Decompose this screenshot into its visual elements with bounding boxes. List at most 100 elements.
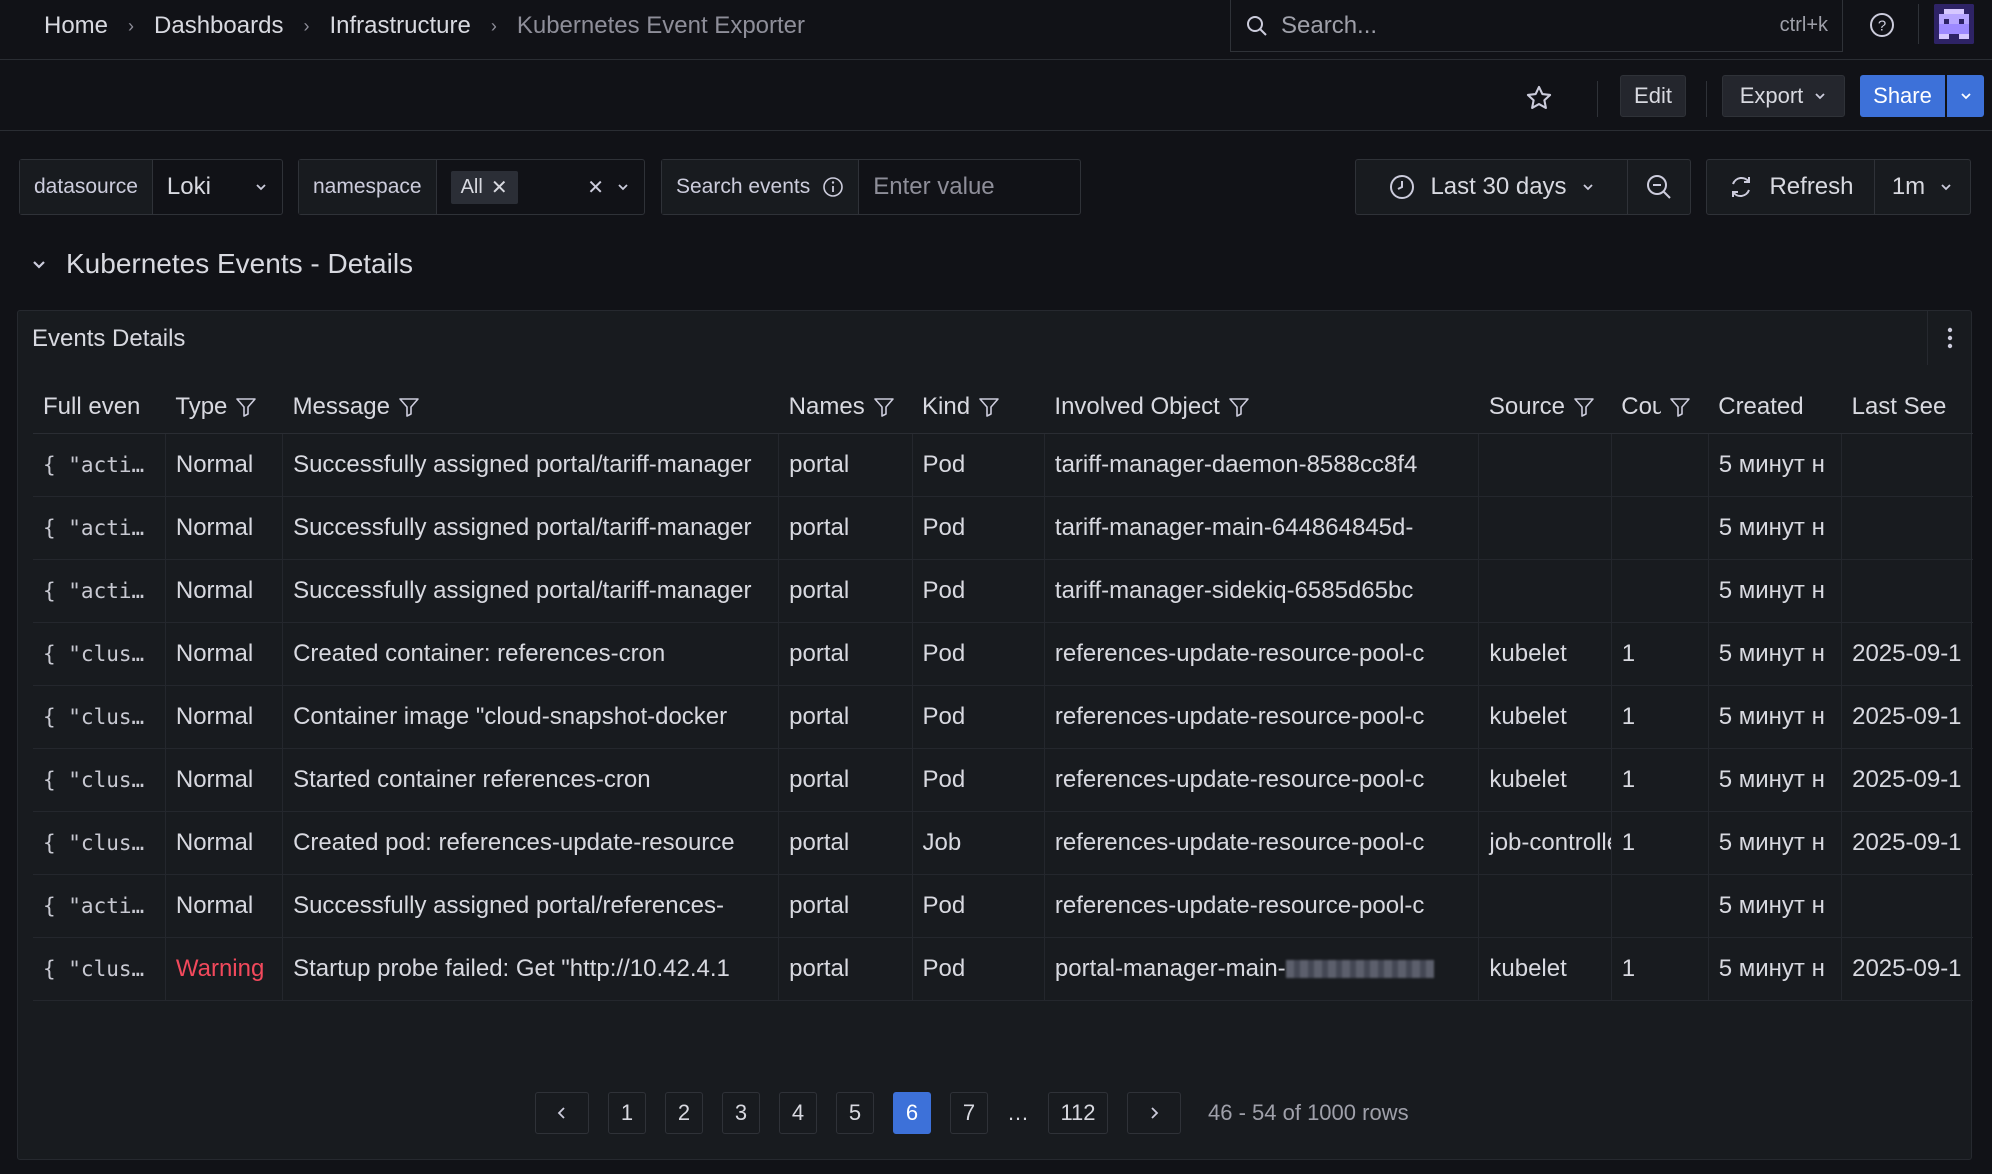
page-button-current[interactable]: 6 xyxy=(893,1092,931,1134)
search-events-input[interactable] xyxy=(859,160,1060,214)
cell-created: 5 минут н xyxy=(1708,874,1843,938)
breadcrumb-home[interactable]: Home xyxy=(44,12,108,40)
namespace-select[interactable]: All ✕ ✕ xyxy=(437,160,644,214)
table-row[interactable]: { "cluster" Normal Container image "clou… xyxy=(33,685,1973,749)
datasource-select[interactable]: Loki xyxy=(153,160,282,214)
remove-chip-icon[interactable]: ✕ xyxy=(491,175,508,200)
help-button[interactable]: ? xyxy=(1865,8,1899,42)
refresh-interval-select[interactable]: 1m xyxy=(1875,160,1970,214)
avatar[interactable] xyxy=(1934,4,1974,44)
chevron-down-icon xyxy=(1960,93,1971,100)
page-button[interactable]: 5 xyxy=(836,1092,874,1134)
cell-namespace: portal xyxy=(778,496,913,560)
top-bar: Home › Dashboards › Infrastructure › Kub… xyxy=(0,0,1992,60)
cell-created: 5 минут н xyxy=(1708,622,1843,686)
page-button[interactable]: 4 xyxy=(779,1092,817,1134)
page-button[interactable]: 1 xyxy=(608,1092,646,1134)
column-header-created[interactable]: Created xyxy=(1708,381,1842,434)
table-row[interactable]: { "action" Normal Successfully assigned … xyxy=(33,496,1973,560)
table-row[interactable]: { "cluster" Normal Created container: re… xyxy=(33,622,1973,686)
column-header-namespace[interactable]: Names xyxy=(778,381,913,434)
next-page-button[interactable] xyxy=(1127,1092,1181,1134)
column-label: Names xyxy=(788,392,865,420)
page-button[interactable]: 112 xyxy=(1048,1092,1108,1134)
column-header-type[interactable]: Type xyxy=(165,381,283,434)
time-range-picker[interactable]: Last 30 days xyxy=(1356,160,1628,214)
filter-icon[interactable] xyxy=(398,396,420,418)
star-button[interactable] xyxy=(1520,79,1558,117)
refresh-button[interactable]: Refresh xyxy=(1707,160,1875,214)
panel-menu-button[interactable] xyxy=(1927,311,1971,365)
cell-message: Created container: references-cron xyxy=(282,622,780,686)
column-header-full-event[interactable]: Full even xyxy=(33,381,166,434)
cell-full-event[interactable]: { "cluster" xyxy=(33,811,166,875)
cell-message: Successfully assigned portal/tariff-mana… xyxy=(282,496,780,560)
edit-button[interactable]: Edit xyxy=(1620,75,1686,117)
table-row[interactable]: { "action" Normal Successfully assigned … xyxy=(33,433,1973,497)
cell-message: Started container references-cron xyxy=(282,748,780,812)
share-dropdown-button[interactable] xyxy=(1947,75,1984,117)
table-row[interactable]: { "cluster" Warning Startup probe failed… xyxy=(33,937,1973,1001)
cell-full-event[interactable]: { "cluster" xyxy=(33,685,166,749)
page-button[interactable]: 7 xyxy=(950,1092,988,1134)
page-button[interactable]: 2 xyxy=(665,1092,703,1134)
cell-last-seen: 2025-09-1 xyxy=(1841,685,1973,749)
variable-label: namespace xyxy=(299,160,437,214)
chevron-right-icon: › xyxy=(128,15,135,36)
cell-source: job-controller xyxy=(1478,811,1612,875)
cell-full-event[interactable]: { "cluster" xyxy=(33,937,166,1001)
cell-full-event[interactable]: { "action" xyxy=(33,496,166,560)
row-count: 46 - 54 of 1000 rows xyxy=(1208,1100,1409,1125)
cell-involved-object: tariff-manager-sidekiq-6585d65bc xyxy=(1044,559,1480,623)
global-search[interactable]: ctrl+k xyxy=(1230,0,1843,52)
cell-involved-object: references-update-resource-pool-c xyxy=(1044,748,1480,812)
filter-icon[interactable] xyxy=(1669,396,1691,418)
info-icon[interactable] xyxy=(822,176,844,198)
filter-icon[interactable] xyxy=(978,396,1000,418)
table-row[interactable]: { "cluster" Normal Started container ref… xyxy=(33,748,1973,812)
dashboard-toolbar: Edit Export Share xyxy=(0,61,1992,131)
row-header[interactable]: Kubernetes Events - Details xyxy=(30,248,413,280)
cell-namespace: portal xyxy=(778,937,913,1001)
cell-created: 5 минут н xyxy=(1708,748,1843,812)
cell-created: 5 минут н xyxy=(1708,685,1843,749)
column-header-last-seen[interactable]: Last See xyxy=(1841,381,1973,434)
cell-full-event[interactable]: { "action" xyxy=(33,874,166,938)
column-header-count[interactable]: Cou xyxy=(1611,381,1709,434)
column-header-involved-object[interactable]: Involved Object xyxy=(1044,381,1479,434)
cell-type: Normal xyxy=(165,622,284,686)
time-range-label: Last 30 days xyxy=(1430,173,1567,200)
breadcrumb-dashboards[interactable]: Dashboards xyxy=(154,12,283,40)
page-button[interactable]: 3 xyxy=(722,1092,760,1134)
clear-icon[interactable]: ✕ xyxy=(587,175,604,200)
table-row[interactable]: { "cluster" Normal Created pod: referenc… xyxy=(33,811,1973,875)
cell-last-seen: 2025-09-1 xyxy=(1841,748,1973,812)
cell-message: Successfully assigned portal/tariff-mana… xyxy=(282,559,780,623)
zoom-out-button[interactable] xyxy=(1628,160,1690,214)
filter-icon[interactable] xyxy=(873,396,895,418)
pagination: 1 2 3 4 5 6 7 … 112 46 - 54 of 1000 rows xyxy=(535,1092,1409,1134)
breadcrumb-infrastructure[interactable]: Infrastructure xyxy=(329,12,470,40)
datasource-value: Loki xyxy=(166,173,211,200)
column-header-source[interactable]: Source xyxy=(1478,381,1612,434)
cell-full-event[interactable]: { "action" xyxy=(33,559,166,623)
column-header-message[interactable]: Message xyxy=(282,381,779,434)
cell-full-event[interactable]: { "cluster" xyxy=(33,748,166,812)
cell-created: 5 минут н xyxy=(1708,559,1843,623)
table-row[interactable]: { "action" Normal Successfully assigned … xyxy=(33,559,1973,623)
table-row[interactable]: { "action" Normal Successfully assigned … xyxy=(33,874,1973,938)
cell-full-event[interactable]: { "cluster" xyxy=(33,622,166,686)
share-button[interactable]: Share xyxy=(1860,75,1945,117)
cell-created: 5 минут н xyxy=(1708,811,1843,875)
filter-icon[interactable] xyxy=(235,396,257,418)
column-header-kind[interactable]: Kind xyxy=(912,381,1045,434)
cell-created: 5 минут н xyxy=(1708,937,1843,1001)
cell-full-event[interactable]: { "action" xyxy=(33,433,166,497)
filter-icon[interactable] xyxy=(1228,396,1250,418)
search-input[interactable] xyxy=(1281,11,1780,40)
cell-type: Normal xyxy=(165,559,284,623)
cell-message: Startup probe failed: Get "http://10.42.… xyxy=(282,937,780,1001)
previous-page-button[interactable] xyxy=(535,1092,589,1134)
filter-icon[interactable] xyxy=(1573,396,1595,418)
export-button[interactable]: Export xyxy=(1722,75,1845,117)
